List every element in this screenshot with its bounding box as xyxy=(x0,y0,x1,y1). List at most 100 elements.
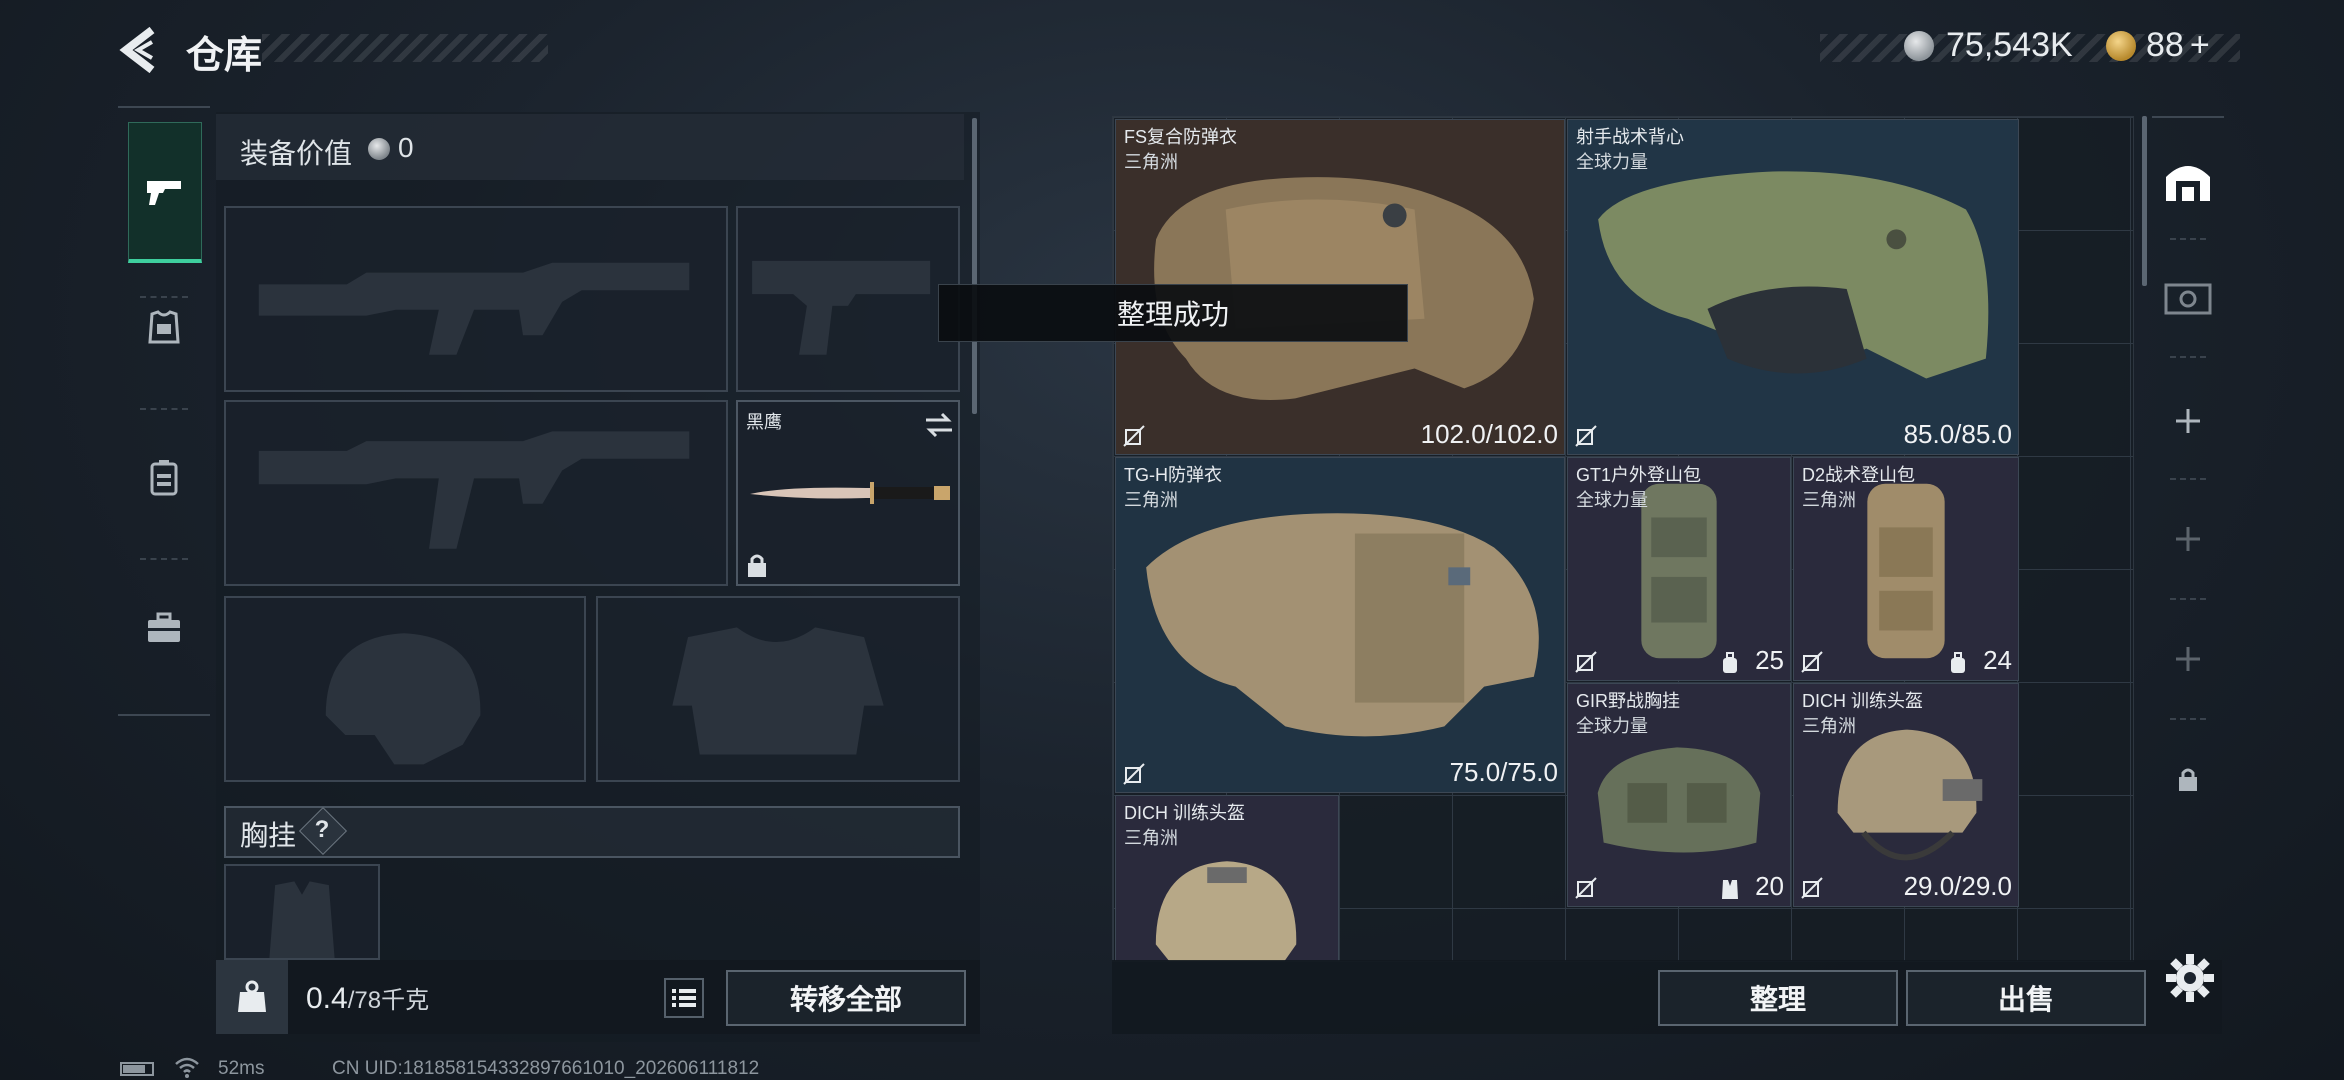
divider xyxy=(140,558,188,560)
battery-icon xyxy=(120,1062,154,1076)
divider xyxy=(2170,356,2206,358)
plus-icon xyxy=(2176,647,2200,671)
helmet-silhouette-icon xyxy=(325,633,481,765)
weight-current: 0.4 xyxy=(306,982,348,1015)
category-backpack[interactable] xyxy=(128,428,200,528)
equipment-value: 0 xyxy=(398,132,414,163)
category-armor[interactable] xyxy=(128,278,200,378)
list-icon xyxy=(672,989,696,1007)
item-durability: 29.0/29.0 xyxy=(1903,871,2012,901)
storage-tab-vouchers[interactable] xyxy=(2152,264,2224,334)
storage-item[interactable]: D2战术登山包 三角洲 24 xyxy=(1793,457,2019,681)
storage-item[interactable]: 射手战术背心 全球力量 85.0/85.0 xyxy=(1567,119,2019,455)
item-capacity: 20 xyxy=(1755,871,1784,901)
add-storage-tab-button[interactable] xyxy=(2152,504,2224,574)
chest-rig-capacity-icon xyxy=(1722,880,1738,899)
plus-icon xyxy=(2176,527,2200,551)
storage-item[interactable]: TG-H防弹衣 三角洲 75.0/75.0 xyxy=(1115,457,1565,793)
melee-slot[interactable]: 黑鹰 xyxy=(736,400,960,586)
item-source: 三角洲 xyxy=(1124,490,1178,510)
weight-kg-icon xyxy=(238,980,266,1012)
backpack-icon xyxy=(150,460,178,496)
add-storage-tab-button[interactable] xyxy=(2152,624,2224,694)
storage-tabs xyxy=(2152,116,2224,962)
no-insurance-icon xyxy=(1575,425,1597,447)
locked-storage-tab[interactable] xyxy=(2152,744,2224,814)
help-mark: ? xyxy=(314,816,330,843)
divider xyxy=(2170,238,2206,240)
plus-icon xyxy=(2176,409,2200,433)
no-insurance-icon xyxy=(1801,651,1823,673)
item-durability: 75.0/75.0 xyxy=(1449,757,1558,787)
carry-weight: 0.4/78千克 xyxy=(306,980,429,1016)
item-name: GT1户外登山包 xyxy=(1576,465,1702,485)
item-name: D2战术登山包 xyxy=(1802,465,1916,485)
helmet-slot[interactable] xyxy=(224,596,586,782)
storage-item[interactable]: DICH 训练头盔 三角洲 xyxy=(1115,795,1339,961)
category-weapons[interactable] xyxy=(128,122,202,263)
weight-capacity: /78千克 xyxy=(347,987,430,1014)
armor-vest-icon xyxy=(148,310,180,344)
list-view-button[interactable] xyxy=(664,978,704,1018)
add-storage-tab-button[interactable] xyxy=(2152,386,2224,456)
storage-tab-warehouse[interactable] xyxy=(2152,146,2224,216)
gold-coin-icon xyxy=(2106,31,2136,61)
item-capacity: 24 xyxy=(1983,645,2012,675)
equipment-scrollbar[interactable] xyxy=(972,118,977,414)
item-source: 三角洲 xyxy=(1124,152,1178,172)
gold-currency-value: 88 xyxy=(2146,26,2184,64)
armor-slot[interactable] xyxy=(596,596,960,782)
sell-button[interactable]: 出售 xyxy=(1906,970,2146,1026)
item-durability: 85.0/85.0 xyxy=(1903,419,2012,449)
pistol-slot[interactable] xyxy=(736,206,960,392)
chest-rig-slot[interactable] xyxy=(224,864,380,960)
item-name: 射手战术背心 xyxy=(1576,127,1684,147)
pistol-icon xyxy=(147,181,181,205)
weight-icon xyxy=(216,960,288,1034)
item-source: 全球力量 xyxy=(1576,716,1648,736)
no-insurance-icon xyxy=(1123,425,1145,447)
sort-button[interactable]: 整理 xyxy=(1658,970,1898,1026)
chest-rig-silhouette-icon xyxy=(269,881,335,958)
item-source: 三角洲 xyxy=(1802,716,1856,736)
item-name: GIR野战胸挂 xyxy=(1576,691,1681,711)
storage-scrollbar[interactable] xyxy=(2142,116,2147,286)
lock-icon xyxy=(2179,768,2197,791)
storage-item[interactable]: GIR野战胸挂 全球力量 20 xyxy=(1567,683,1791,907)
item-name: DICH 训练头盔 xyxy=(1124,803,1245,823)
item-capacity: 25 xyxy=(1755,645,1784,675)
storage-item[interactable]: DICH 训练头盔 三角洲 29.0/29.0 xyxy=(1793,683,2019,907)
wifi-icon xyxy=(175,1057,199,1078)
chest-rig-label: 胸挂 xyxy=(240,820,297,851)
category-sidebar xyxy=(118,106,210,716)
warehouse-icon xyxy=(2166,166,2210,201)
storage-item[interactable]: GT1户外登山包 全球力量 25 xyxy=(1567,457,1791,681)
divider xyxy=(2170,478,2206,480)
item-durability: 102.0/102.0 xyxy=(1420,419,1558,449)
add-currency-icon[interactable]: + xyxy=(2190,26,2210,64)
rifle-silhouette-icon xyxy=(258,431,690,549)
secondary-weapon-slot[interactable] xyxy=(224,400,728,586)
armor-silhouette-icon xyxy=(672,627,884,755)
transfer-all-button[interactable]: 转移全部 xyxy=(726,970,966,1026)
title-decoration xyxy=(262,34,548,62)
item-source: 全球力量 xyxy=(1576,490,1648,510)
gold-currency-amount[interactable]: 88 + xyxy=(2146,26,2210,65)
backpack-capacity-icon xyxy=(1723,652,1737,673)
category-supplies[interactable] xyxy=(128,578,200,678)
melee-name: 黑鹰 xyxy=(746,412,782,432)
item-name: DICH 训练头盔 xyxy=(1802,691,1923,711)
toolbox-icon xyxy=(148,612,180,642)
no-insurance-icon xyxy=(1575,651,1597,673)
ping-value: 52ms xyxy=(218,1058,265,1079)
backpack-capacity-icon xyxy=(1951,652,1965,673)
item-source: 三角洲 xyxy=(1802,490,1856,510)
no-insurance-icon xyxy=(1575,877,1597,899)
swap-icon[interactable] xyxy=(924,412,954,438)
body-armor-image xyxy=(1146,513,1539,737)
primary-weapon-slot[interactable] xyxy=(224,206,728,392)
user-uid: CN UID:181858154332897661010_20260611181… xyxy=(332,1058,760,1079)
gear-icon[interactable] xyxy=(2164,952,2216,1004)
equipment-value-label: 装备价值 xyxy=(240,138,353,169)
back-arrow-icon[interactable] xyxy=(112,22,168,78)
